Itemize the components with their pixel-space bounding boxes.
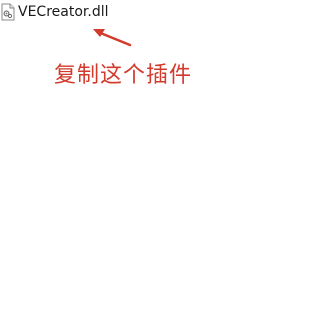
annotation-arrow [93, 29, 132, 47]
annotation-text: 复制这个插件 [54, 63, 193, 88]
